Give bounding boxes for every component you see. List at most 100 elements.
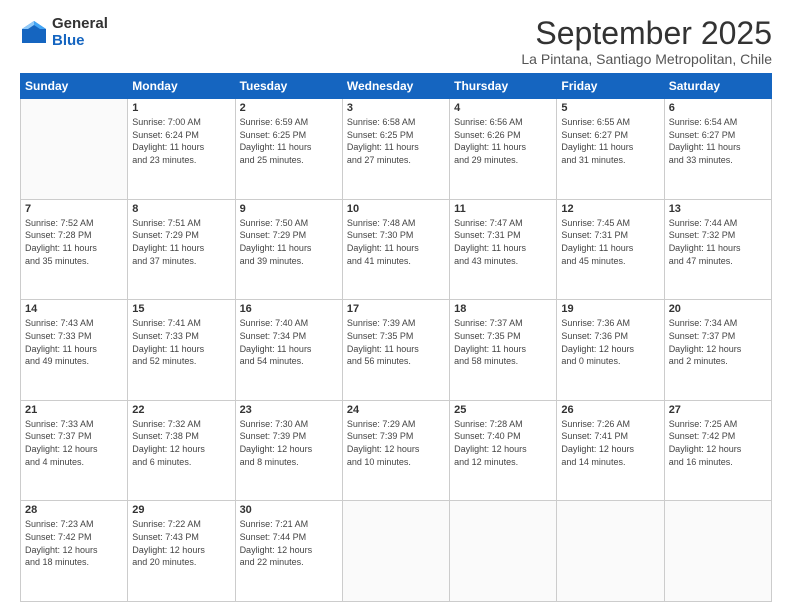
day-info: Sunrise: 7:32 AM Sunset: 7:38 PM Dayligh… xyxy=(132,418,230,468)
table-row: 19 Sunrise: 7:36 AM Sunset: 7:36 PM Dayli… xyxy=(557,300,664,401)
day-info: Sunrise: 7:45 AM Sunset: 7:31 PM Dayligh… xyxy=(561,217,659,267)
table-row: 17Sunrise: 7:39 AM Sunset: 7:35 PM Dayli… xyxy=(342,300,449,401)
col-tuesday: Tuesday xyxy=(235,74,342,99)
day-info: Sunrise: 7:30 AM Sunset: 7:39 PM Dayligh… xyxy=(240,418,338,468)
day-number: 8 xyxy=(132,203,230,215)
table-row: 9 Sunrise: 7:50 AM Sunset: 7:29 PM Daylig… xyxy=(235,199,342,300)
day-info: Sunrise: 7:44 AM Sunset: 7:32 PM Dayligh… xyxy=(669,217,767,267)
table-row: 16 Sunrise: 7:40 AM Sunset: 7:34 PM Dayli… xyxy=(235,300,342,401)
day-info: Sunrise: 6:55 AM Sunset: 6:27 PM Dayligh… xyxy=(561,116,659,166)
table-row: 14 Sunrise: 7:43 AM Sunset: 7:33 PM Dayli… xyxy=(21,300,128,401)
day-number: 6 xyxy=(669,102,767,114)
day-number: 23 xyxy=(240,404,338,416)
logo-icon xyxy=(20,19,48,47)
table-row: 12 Sunrise: 7:45 AM Sunset: 7:31 PM Dayli… xyxy=(557,199,664,300)
day-info: Sunrise: 7:21 AM Sunset: 7:44 PM Dayligh… xyxy=(240,518,338,568)
day-info: Sunrise: 7:00 AM Sunset: 6:24 PM Dayligh… xyxy=(132,116,230,166)
table-row: 23 Sunrise: 7:30 AM Sunset: 7:39 PM Dayli… xyxy=(235,400,342,501)
day-info: Sunrise: 7:26 AM Sunset: 7:41 PM Dayligh… xyxy=(561,418,659,468)
day-number: 3 xyxy=(347,102,445,114)
day-info: Sunrise: 7:48 AM Sunset: 7:30 PM Dayligh… xyxy=(347,217,445,267)
calendar-table: Sunday Monday Tuesday Wednesday Thursday… xyxy=(20,73,772,602)
logo-general: General xyxy=(52,16,108,33)
table-row: 25 Sunrise: 7:28 AM Sunset: 7:40 PM Dayli… xyxy=(450,400,557,501)
table-row: 13 Sunrise: 7:44 AM Sunset: 7:32 PM Dayli… xyxy=(664,199,771,300)
week-row-3: 21 Sunrise: 7:33 AM Sunset: 7:37 PM Dayli… xyxy=(21,400,772,501)
logo-blue: Blue xyxy=(52,33,108,50)
table-row: 18Sunrise: 7:37 AM Sunset: 7:35 PM Dayli… xyxy=(450,300,557,401)
day-info: Sunrise: 7:37 AM Sunset: 7:35 PM Dayligh… xyxy=(454,317,552,367)
day-number: 25 xyxy=(454,404,552,416)
day-number: 20 xyxy=(669,303,767,315)
day-info: Sunrise: 7:34 AM Sunset: 7:37 PM Dayligh… xyxy=(669,317,767,367)
subtitle: La Pintana, Santiago Metropolitan, Chile xyxy=(521,51,772,67)
day-info: Sunrise: 6:58 AM Sunset: 6:25 PM Dayligh… xyxy=(347,116,445,166)
day-number: 16 xyxy=(240,303,338,315)
col-friday: Friday xyxy=(557,74,664,99)
table-row: 2 Sunrise: 6:59 AM Sunset: 6:25 PM Daylig… xyxy=(235,99,342,200)
day-number: 4 xyxy=(454,102,552,114)
col-thursday: Thursday xyxy=(450,74,557,99)
table-row: 7 Sunrise: 7:52 AM Sunset: 7:28 PM Daylig… xyxy=(21,199,128,300)
day-number: 11 xyxy=(454,203,552,215)
day-number: 15 xyxy=(132,303,230,315)
table-row: 21 Sunrise: 7:33 AM Sunset: 7:37 PM Dayli… xyxy=(21,400,128,501)
day-info: Sunrise: 7:52 AM Sunset: 7:28 PM Dayligh… xyxy=(25,217,123,267)
day-number: 5 xyxy=(561,102,659,114)
table-row: 22 Sunrise: 7:32 AM Sunset: 7:38 PM Dayli… xyxy=(128,400,235,501)
table-row: 10Sunrise: 7:48 AM Sunset: 7:30 PM Dayli… xyxy=(342,199,449,300)
table-row: 1 Sunrise: 7:00 AM Sunset: 6:24 PM Daylig… xyxy=(128,99,235,200)
table-row xyxy=(21,99,128,200)
day-number: 9 xyxy=(240,203,338,215)
table-row xyxy=(557,501,664,602)
day-number: 27 xyxy=(669,404,767,416)
table-row: 5 Sunrise: 6:55 AM Sunset: 6:27 PM Daylig… xyxy=(557,99,664,200)
day-info: Sunrise: 7:40 AM Sunset: 7:34 PM Dayligh… xyxy=(240,317,338,367)
main-title: September 2025 xyxy=(521,16,772,51)
table-row: 11 Sunrise: 7:47 AM Sunset: 7:31 PM Dayli… xyxy=(450,199,557,300)
day-number: 22 xyxy=(132,404,230,416)
day-info: Sunrise: 6:54 AM Sunset: 6:27 PM Dayligh… xyxy=(669,116,767,166)
week-row-2: 14 Sunrise: 7:43 AM Sunset: 7:33 PM Dayli… xyxy=(21,300,772,401)
day-number: 19 xyxy=(561,303,659,315)
table-row: 30 Sunrise: 7:21 AM Sunset: 7:44 PM Dayli… xyxy=(235,501,342,602)
table-row xyxy=(450,501,557,602)
day-info: Sunrise: 7:50 AM Sunset: 7:29 PM Dayligh… xyxy=(240,217,338,267)
table-row xyxy=(342,501,449,602)
table-row: 3 Sunrise: 6:58 AM Sunset: 6:25 PM Daylig… xyxy=(342,99,449,200)
day-info: Sunrise: 6:56 AM Sunset: 6:26 PM Dayligh… xyxy=(454,116,552,166)
day-info: Sunrise: 7:36 AM Sunset: 7:36 PM Dayligh… xyxy=(561,317,659,367)
day-number: 26 xyxy=(561,404,659,416)
table-row: 15Sunrise: 7:41 AM Sunset: 7:33 PM Dayli… xyxy=(128,300,235,401)
logo-text: General Blue xyxy=(52,16,108,49)
col-saturday: Saturday xyxy=(664,74,771,99)
table-row: 24Sunrise: 7:29 AM Sunset: 7:39 PM Dayli… xyxy=(342,400,449,501)
day-number: 14 xyxy=(25,303,123,315)
day-info: Sunrise: 7:43 AM Sunset: 7:33 PM Dayligh… xyxy=(25,317,123,367)
week-row-4: 28Sunrise: 7:23 AM Sunset: 7:42 PM Dayli… xyxy=(21,501,772,602)
day-info: Sunrise: 7:23 AM Sunset: 7:42 PM Dayligh… xyxy=(25,518,123,568)
day-number: 7 xyxy=(25,203,123,215)
header: General Blue September 2025 La Pintana, … xyxy=(20,16,772,67)
day-info: Sunrise: 7:47 AM Sunset: 7:31 PM Dayligh… xyxy=(454,217,552,267)
day-info: Sunrise: 7:33 AM Sunset: 7:37 PM Dayligh… xyxy=(25,418,123,468)
day-number: 30 xyxy=(240,504,338,516)
week-row-1: 7 Sunrise: 7:52 AM Sunset: 7:28 PM Daylig… xyxy=(21,199,772,300)
table-row: 28Sunrise: 7:23 AM Sunset: 7:42 PM Dayli… xyxy=(21,501,128,602)
col-monday: Monday xyxy=(128,74,235,99)
day-number: 1 xyxy=(132,102,230,114)
page: General Blue September 2025 La Pintana, … xyxy=(0,0,792,612)
table-row: 6 Sunrise: 6:54 AM Sunset: 6:27 PM Daylig… xyxy=(664,99,771,200)
table-row: 20 Sunrise: 7:34 AM Sunset: 7:37 PM Dayli… xyxy=(664,300,771,401)
day-info: Sunrise: 6:59 AM Sunset: 6:25 PM Dayligh… xyxy=(240,116,338,166)
logo: General Blue xyxy=(20,16,108,49)
day-info: Sunrise: 7:29 AM Sunset: 7:39 PM Dayligh… xyxy=(347,418,445,468)
col-sunday: Sunday xyxy=(21,74,128,99)
table-row: 26 Sunrise: 7:26 AM Sunset: 7:41 PM Dayli… xyxy=(557,400,664,501)
day-number: 12 xyxy=(561,203,659,215)
day-number: 13 xyxy=(669,203,767,215)
day-info: Sunrise: 7:28 AM Sunset: 7:40 PM Dayligh… xyxy=(454,418,552,468)
day-number: 21 xyxy=(25,404,123,416)
day-number: 2 xyxy=(240,102,338,114)
week-row-0: 1 Sunrise: 7:00 AM Sunset: 6:24 PM Daylig… xyxy=(21,99,772,200)
